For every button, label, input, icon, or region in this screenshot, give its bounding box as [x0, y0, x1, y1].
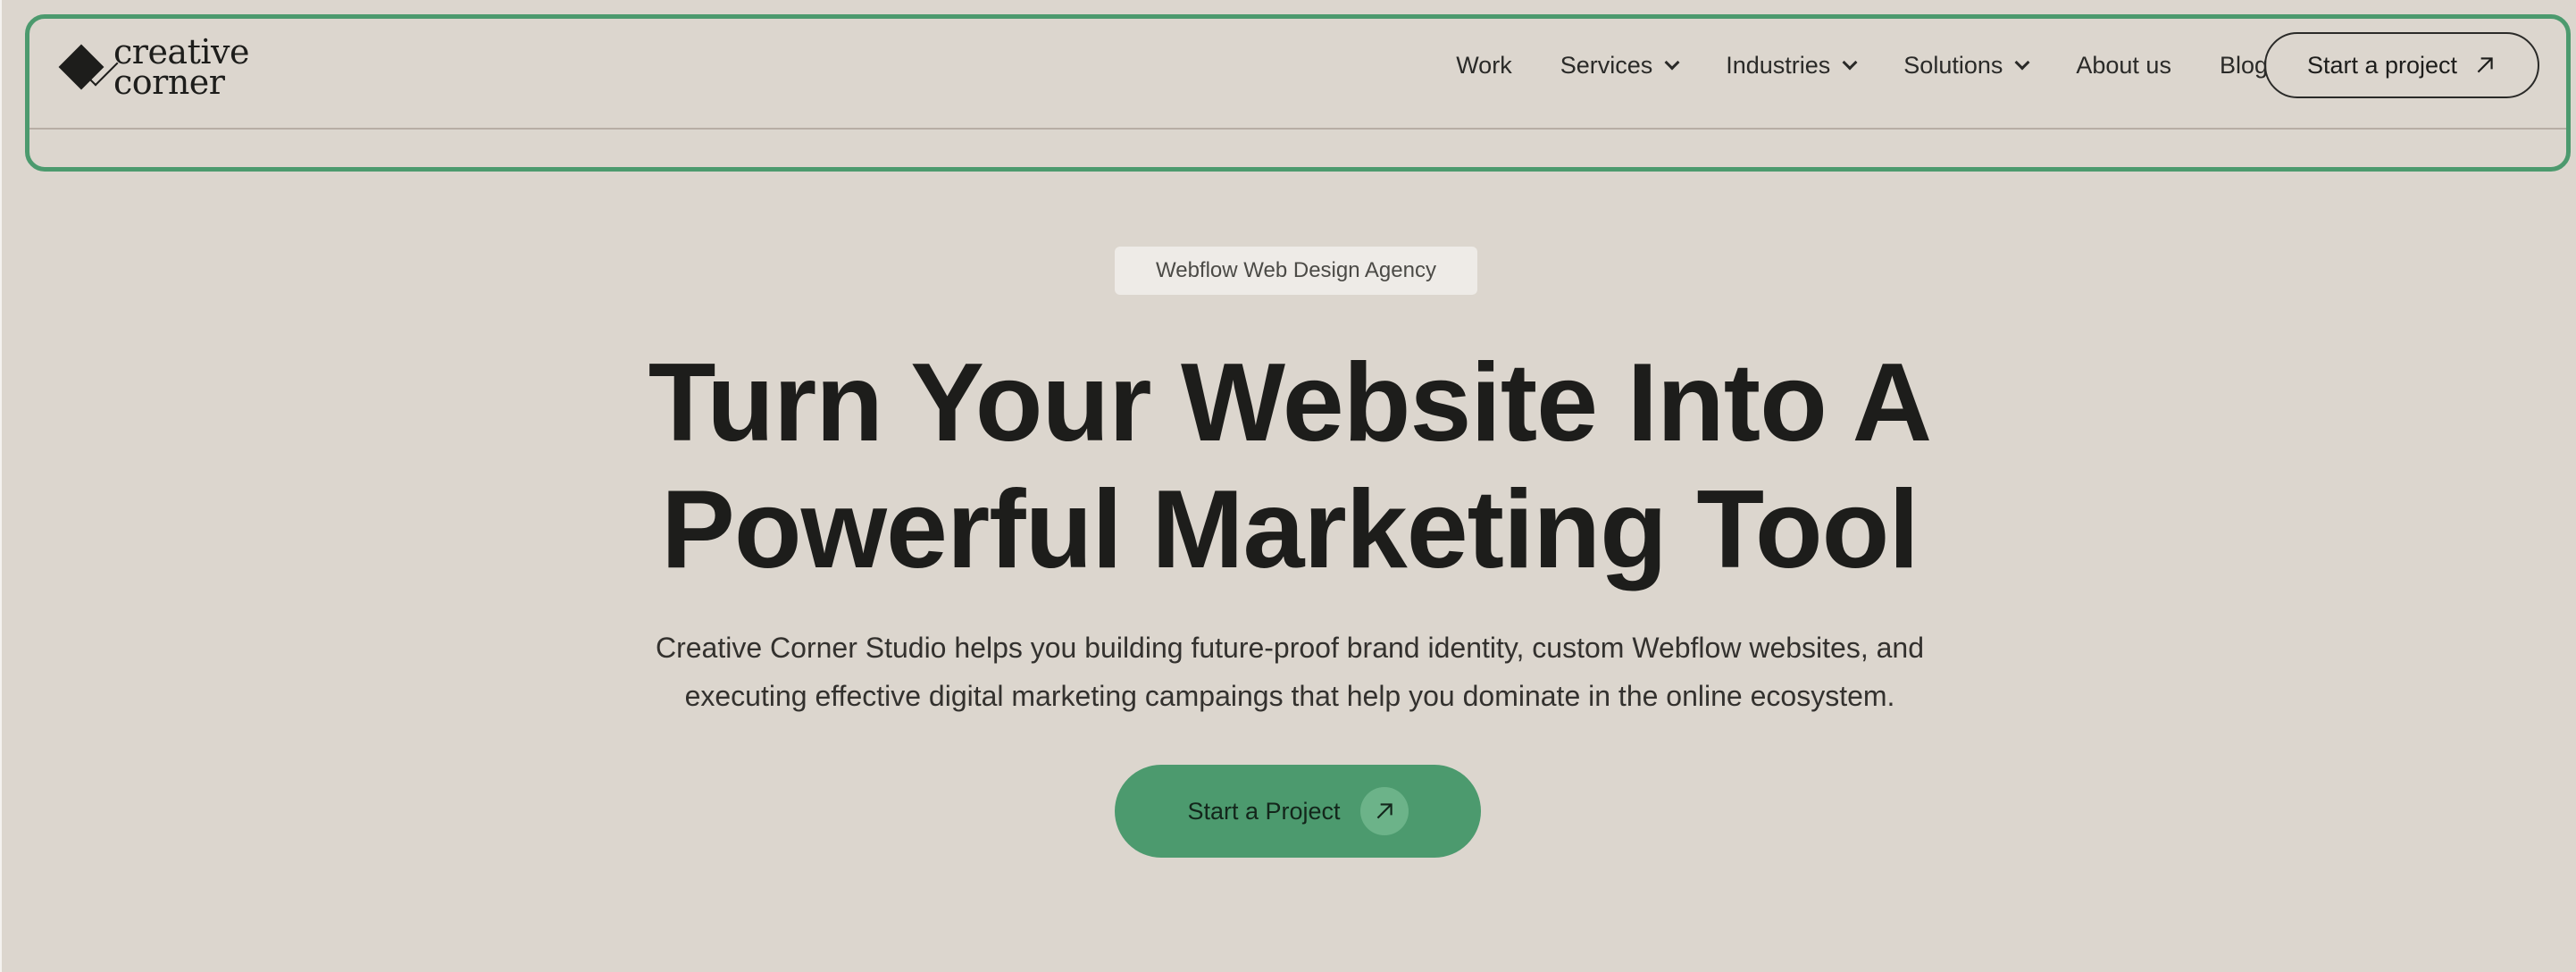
button-label: Start a project — [2306, 51, 2458, 79]
nav-item-about-us[interactable]: About us — [2076, 52, 2171, 80]
hero-badge: Webflow Web Design Agency — [1115, 247, 1477, 295]
page: creative corner Work Services Industries… — [0, 0, 2576, 972]
chevron-down-icon — [2014, 54, 2030, 71]
hero-title: Turn Your Website Into A Powerful Market… — [2, 339, 2576, 593]
nav-item-services[interactable]: Services — [1560, 51, 1680, 80]
hero-title-line-1: Turn Your Website Into A — [648, 341, 1932, 465]
nav-item-label: Blog — [2219, 51, 2268, 79]
logo-text: creative corner — [113, 35, 249, 99]
nav-item-industries[interactable]: Industries — [1726, 51, 1858, 80]
arrow-up-right-icon — [1376, 803, 1393, 819]
hero-title-line-2: Powerful Marketing Tool — [661, 468, 1919, 591]
nav-item-label: Services — [1560, 51, 1653, 79]
nav-item-label: Work — [1456, 51, 1512, 79]
button-label: Start a Project — [1187, 797, 1341, 825]
start-project-hero-button[interactable]: Start a Project — [1115, 765, 1481, 858]
chevron-down-icon — [1842, 54, 1858, 71]
nav-item-solutions[interactable]: Solutions — [1903, 51, 2030, 80]
nav-item-work[interactable]: Work — [1456, 52, 1512, 80]
nav-item-blog[interactable]: Blog — [2220, 52, 2268, 80]
logo-line-2: corner — [113, 63, 225, 102]
hero-subtitle-line-2: executing effective digital marketing ca… — [684, 680, 1895, 712]
logo-diamond-icon — [60, 46, 103, 88]
start-project-header-button[interactable]: Start a project — [2264, 32, 2539, 98]
nav-item-label: Industries — [1726, 51, 1831, 79]
main-nav: Work Services Industries Solutions About… — [1456, 19, 2268, 112]
header-divider — [29, 128, 2566, 130]
chevron-down-icon — [1664, 54, 1680, 71]
nav-item-label: About us — [2076, 51, 2171, 79]
hero-subtitle: Creative Corner Studio helps you buildin… — [2, 624, 2576, 720]
nav-item-label: Solutions — [1903, 51, 2003, 79]
arrow-up-right-icon — [2477, 57, 2493, 73]
arrow-circle — [1359, 787, 1409, 835]
hero-subtitle-line-1: Creative Corner Studio helps you buildin… — [655, 632, 1924, 664]
site-header: creative corner Work Services Industries… — [25, 14, 2571, 172]
logo-link[interactable]: creative corner — [60, 35, 249, 99]
